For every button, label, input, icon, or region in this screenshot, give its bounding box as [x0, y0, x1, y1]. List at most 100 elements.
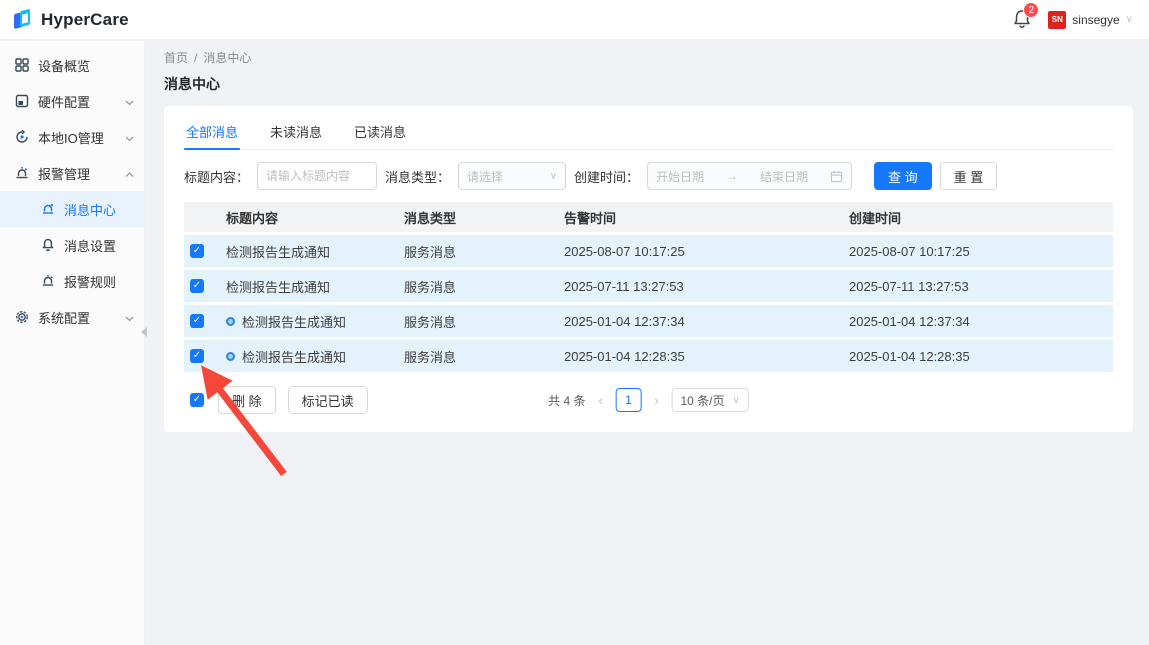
- message-tabs: 全部消息 未读消息 已读消息: [184, 116, 1113, 150]
- row-alarm-time: 2025-07-11 13:27:53: [564, 279, 849, 294]
- sidebar-item-local-io[interactable]: 本地IO管理: [0, 119, 144, 155]
- grid-icon: [14, 57, 30, 73]
- sidebar-item-label: 系统配置: [38, 308, 125, 327]
- row-create-time: 2025-07-11 13:27:53: [849, 279, 1113, 294]
- table-header: 标题内容 消息类型 告警时间 创建时间: [184, 202, 1113, 232]
- next-page-icon[interactable]: ›: [651, 393, 661, 408]
- start-date-placeholder: 开始日期: [656, 168, 704, 185]
- filter-bar: 标题内容： 消息类型： 请选择 ∨ 创建时间： 开始日期 → 结束日期 查 询 …: [184, 162, 1113, 190]
- tab-read-messages[interactable]: 已读消息: [352, 116, 408, 149]
- table-row[interactable]: 检测报告生成通知 服务消息 2025-01-04 12:37:34 2025-0…: [184, 305, 1113, 337]
- delete-button[interactable]: 删 除: [218, 386, 276, 414]
- row-checkbox[interactable]: [190, 279, 204, 293]
- sidebar-item-device-overview[interactable]: 设备概览: [0, 47, 144, 83]
- chevron-down-icon: [125, 310, 134, 325]
- calendar-icon: [830, 170, 843, 183]
- row-type: 服务消息: [404, 242, 564, 261]
- gear-icon: [14, 309, 30, 325]
- reset-button[interactable]: 重 置: [940, 162, 998, 190]
- breadcrumb: 首页 / 消息中心: [164, 49, 1133, 66]
- chevron-down-icon: ∨: [1126, 14, 1133, 25]
- logo-icon: [14, 10, 34, 30]
- row-title: 检测报告生成通知: [226, 277, 330, 296]
- search-button[interactable]: 查 询: [874, 162, 932, 190]
- sidebar-item-label: 报警规则: [64, 272, 134, 291]
- chevron-down-icon: ∨: [550, 171, 557, 182]
- row-title: 检测报告生成通知: [242, 347, 346, 366]
- col-title: 标题内容: [226, 208, 404, 227]
- notification-badge: 2: [1023, 2, 1039, 18]
- chevron-down-icon: ∨: [733, 395, 740, 406]
- row-alarm-time: 2025-08-07 10:17:25: [564, 244, 849, 259]
- sidebar-item-label: 硬件配置: [38, 92, 125, 111]
- date-range-picker[interactable]: 开始日期 → 结束日期: [647, 162, 852, 190]
- message-card: 全部消息 未读消息 已读消息 标题内容： 消息类型： 请选择 ∨ 创建时间： 开…: [164, 106, 1133, 432]
- row-title: 检测报告生成通知: [242, 312, 346, 331]
- page-title: 消息中心: [164, 74, 1133, 94]
- message-table: 标题内容 消息类型 告警时间 创建时间 检测报告生成通知 服务消息 2025-0…: [184, 202, 1113, 372]
- unread-dot-icon: [226, 352, 235, 361]
- sidebar-item-message-settings[interactable]: 消息设置: [0, 227, 144, 263]
- title-filter-input-wrap: [257, 162, 377, 190]
- sidebar-item-label: 报警管理: [38, 164, 125, 183]
- row-create-time: 2025-08-07 10:17:25: [849, 244, 1113, 259]
- chevron-down-icon: [125, 130, 134, 145]
- breadcrumb-home[interactable]: 首页: [164, 49, 188, 66]
- row-title: 检测报告生成通知: [226, 242, 330, 261]
- user-menu[interactable]: SN sinsegye ∨: [1048, 11, 1133, 29]
- sync-icon: [14, 129, 30, 145]
- page-size-select[interactable]: 10 条/页 ∨: [671, 388, 748, 412]
- tab-all-messages[interactable]: 全部消息: [184, 116, 240, 149]
- hardware-icon: [14, 93, 30, 109]
- type-filter-label: 消息类型：: [385, 167, 450, 186]
- bell-icon: [40, 237, 56, 253]
- tab-unread-messages[interactable]: 未读消息: [268, 116, 324, 149]
- alarm-rules-icon: [40, 273, 56, 289]
- sidebar-item-message-center[interactable]: 消息中心: [0, 191, 144, 227]
- total-count: 共 4 条: [548, 392, 585, 409]
- title-filter-input[interactable]: [266, 169, 368, 183]
- sidebar-item-hardware-config[interactable]: 硬件配置: [0, 83, 144, 119]
- end-date-placeholder: 结束日期: [760, 168, 808, 185]
- sidebar-item-label: 消息设置: [64, 236, 134, 255]
- sidebar-item-alarm-rules[interactable]: 报警规则: [0, 263, 144, 299]
- row-create-time: 2025-01-04 12:28:35: [849, 349, 1113, 364]
- sidebar-item-alarm-management[interactable]: 报警管理: [0, 155, 144, 191]
- breadcrumb-separator: /: [194, 51, 197, 65]
- table-row[interactable]: 检测报告生成通知 服务消息 2025-07-11 13:27:53 2025-0…: [184, 270, 1113, 302]
- select-all-checkbox[interactable]: [190, 393, 204, 407]
- page-size-value: 10 条/页: [680, 392, 724, 409]
- row-type: 服务消息: [404, 347, 564, 366]
- app-logo: HyperCare: [14, 10, 129, 30]
- sidebar-collapse-handle[interactable]: [141, 327, 147, 337]
- sidebar: 设备概览 硬件配置 本地IO管理 报警管理 消息中心: [0, 41, 145, 645]
- range-arrow: →: [726, 169, 738, 183]
- sidebar-item-system-config[interactable]: 系统配置: [0, 299, 144, 335]
- message-center-icon: [40, 201, 56, 217]
- main-content: 首页 / 消息中心 消息中心 全部消息 未读消息 已读消息 标题内容： 消息类型…: [146, 41, 1149, 645]
- current-page[interactable]: 1: [615, 388, 641, 412]
- row-checkbox[interactable]: [190, 314, 204, 328]
- chevron-up-icon: [125, 166, 134, 181]
- notification-bell[interactable]: 2: [1012, 8, 1034, 32]
- username: sinsegye: [1072, 13, 1119, 27]
- type-filter-select[interactable]: 请选择 ∨: [458, 162, 566, 190]
- prev-page-icon[interactable]: ‹: [595, 393, 605, 408]
- table-row[interactable]: 检测报告生成通知 服务消息 2025-08-07 10:17:25 2025-0…: [184, 235, 1113, 267]
- row-create-time: 2025-01-04 12:37:34: [849, 314, 1113, 329]
- type-filter-placeholder: 请选择: [467, 168, 503, 185]
- mark-read-button[interactable]: 标记已读: [288, 386, 368, 414]
- top-header: HyperCare 2 SN sinsegye ∨: [0, 0, 1149, 40]
- list-footer: 删 除 标记已读 共 4 条 ‹ 1 › 10 条/页 ∨: [184, 386, 1113, 414]
- col-alarm-time: 告警时间: [564, 208, 849, 227]
- table-row[interactable]: 检测报告生成通知 服务消息 2025-01-04 12:28:35 2025-0…: [184, 340, 1113, 372]
- row-checkbox[interactable]: [190, 244, 204, 258]
- row-type: 服务消息: [404, 312, 564, 331]
- time-filter-label: 创建时间：: [574, 167, 639, 186]
- row-checkbox[interactable]: [190, 349, 204, 363]
- row-alarm-time: 2025-01-04 12:28:35: [564, 349, 849, 364]
- pagination: 共 4 条 ‹ 1 › 10 条/页 ∨: [548, 388, 749, 412]
- col-type: 消息类型: [404, 208, 564, 227]
- sidebar-item-label: 消息中心: [64, 200, 134, 219]
- sidebar-item-label: 设备概览: [38, 56, 134, 75]
